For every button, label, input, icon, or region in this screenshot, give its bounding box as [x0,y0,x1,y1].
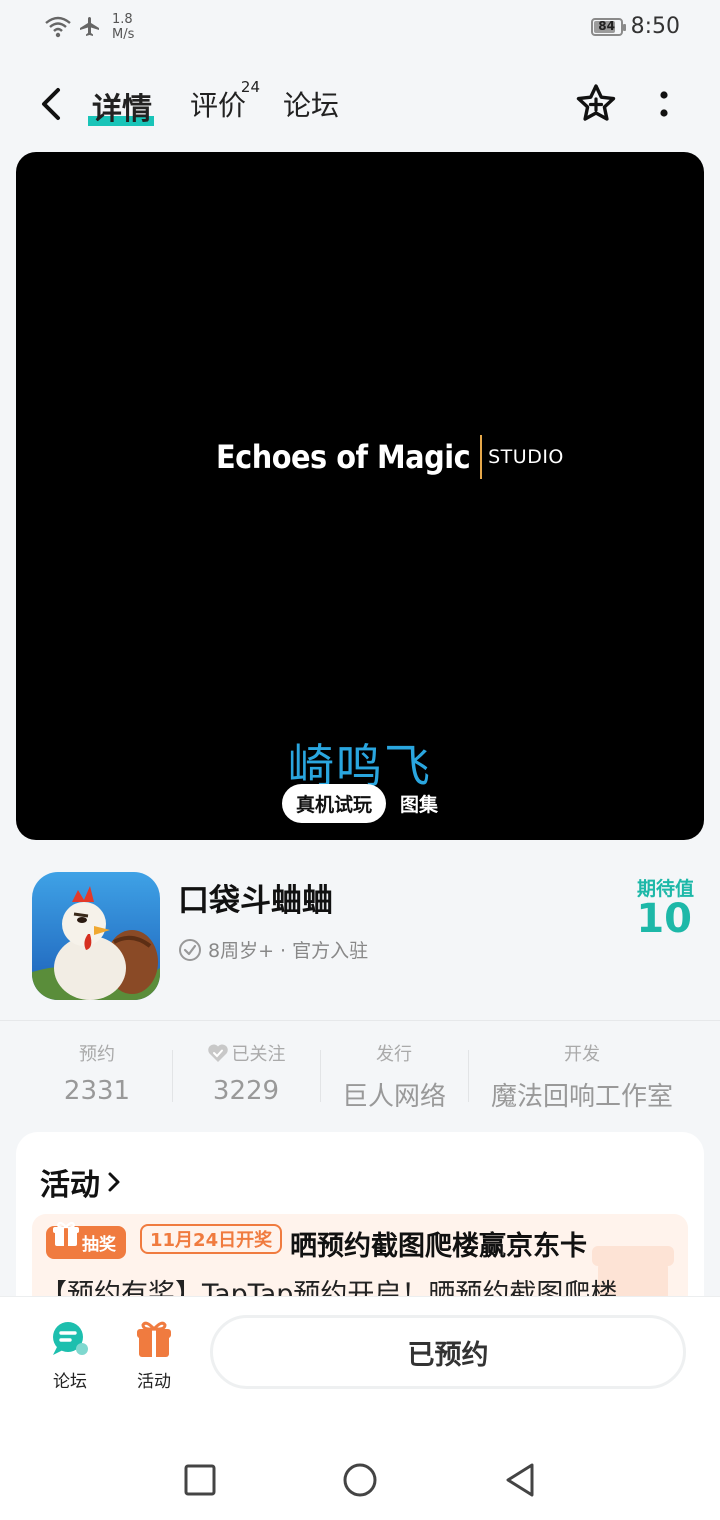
bottom-action-bar: 论坛 活动 已预约 [0,1296,720,1417]
tab-reviews-label: 评价 [190,89,247,122]
studio-logo-main: Echoes of Magic [216,438,471,476]
heart-check-icon [207,1044,228,1062]
stat-developer-label: 开发 [564,1044,600,1065]
forum-chat-icon [53,1322,88,1355]
battery-level: 84 [598,18,615,33]
tab-details[interactable]: 详情 [88,84,154,128]
home-icon[interactable] [342,1462,378,1498]
game-meta: 8周岁+ · 官方入驻 [178,936,368,963]
tab-forum-label: 论坛 [283,89,340,122]
back-arrow-icon[interactable] [36,84,68,124]
favorite-star-icon[interactable] [574,82,618,126]
back-triangle-icon[interactable] [502,1462,538,1498]
network-speed: 1.8 M/s [112,12,134,42]
reserved-button[interactable]: 已预约 [210,1315,686,1389]
section-divider [0,1020,720,1021]
game-meta-text: 8周岁+ · 官方入驻 [208,940,369,962]
game-app-icon [32,872,160,1000]
activity-title: 晒预约截图爬楼赢京东卡 [290,1231,587,1262]
airplane-icon [80,17,99,36]
chevron-right-icon [108,1172,120,1192]
stat-followers-label: 已关注 [231,1044,286,1065]
game-title: 口袋斗蛐蛐 [178,883,333,919]
battery-icon: 84 [590,17,626,36]
stat-followers[interactable]: 已关注 3229 [180,1040,312,1106]
speed-value: 1.8 [112,12,133,27]
stat-reservations-value: 2331 [63,1076,131,1106]
studio-logo-sub: STUDIO [488,446,564,468]
stat-separator [172,1050,173,1102]
stat-followers-label-row: 已关注 [180,1040,312,1066]
tab-details-label: 详情 [92,92,152,127]
status-bar: 1.8 M/s 84 8:50 [0,0,720,60]
system-nav-bar [0,1416,720,1520]
expectation-value: 10 [636,896,692,942]
stat-publisher-label: 发行 [376,1044,412,1065]
verified-check-icon [179,938,201,961]
media-tabs: 真机试玩 图集 [16,784,704,823]
stat-followers-value: 3229 [212,1076,280,1106]
more-options-icon[interactable] [650,82,678,126]
reviews-count-badge: 24 [240,78,261,96]
top-nav: 详情 评价 24 论坛 [0,70,720,140]
activity-section-header[interactable]: 活动 [40,1160,122,1204]
activity-section-title: 活动 [40,1168,100,1203]
stat-reservations: 预约 2331 [30,1040,164,1106]
stat-reservations-label: 预约 [79,1044,115,1065]
stat-separator [320,1050,321,1102]
bottom-activity-label: 活动 [137,1372,171,1392]
bottom-forum-label: 论坛 [53,1372,87,1392]
stat-publisher[interactable]: 发行 巨人网络 [328,1040,460,1113]
draw-date-badge: 11月24日开奖 [140,1224,283,1254]
gift-box-icon [137,1321,171,1357]
bottom-activity-button[interactable]: 活动 [114,1319,194,1392]
recent-apps-icon[interactable] [184,1464,216,1496]
studio-logo: Echoes of Magic STUDIO [216,435,564,479]
media-player[interactable]: Echoes of Magic STUDIO 崎鸣飞 真机试玩 图集 [16,152,704,840]
stat-developer[interactable]: 开发 魔法回响工作室 [476,1040,688,1113]
tab-reviews[interactable]: 评价 24 [190,78,260,124]
stat-publisher-value: 巨人网络 [341,1082,446,1112]
clock: 8:50 [630,14,680,39]
studio-logo-divider [480,435,483,479]
speed-unit: M/s [112,27,135,42]
status-left: 1.8 M/s [44,12,134,42]
media-tab-gameplay[interactable]: 真机试玩 [281,784,386,823]
tab-forum[interactable]: 论坛 [283,84,339,124]
media-tab-gallery[interactable]: 图集 [400,790,438,817]
gift-icon [53,1221,79,1246]
stat-developer-value: 魔法回响工作室 [490,1082,673,1112]
bottom-forum-button[interactable]: 论坛 [30,1319,110,1392]
wifi-icon [45,16,71,38]
stat-separator [468,1050,469,1102]
status-right: 84 8:50 [590,14,680,39]
